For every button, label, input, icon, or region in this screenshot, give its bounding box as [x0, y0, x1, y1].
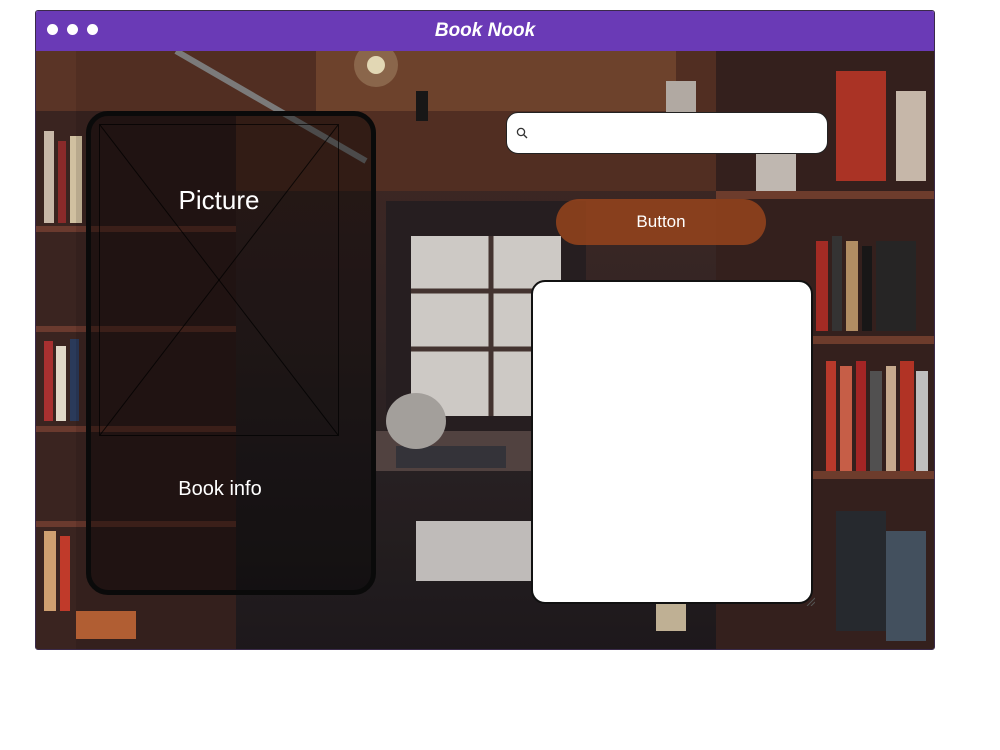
app-window: Book Nook Picture Book info Button	[35, 10, 935, 650]
picture-label: Picture	[178, 185, 260, 215]
text-area-container[interactable]	[531, 280, 815, 606]
action-button[interactable]: Button	[556, 199, 766, 245]
search-input[interactable]	[533, 119, 822, 149]
book-card[interactable]: Picture Book info	[86, 111, 376, 595]
window-title: Book Nook	[434, 20, 536, 41]
text-area-input[interactable]	[539, 288, 805, 592]
book-info-label: Book info	[178, 478, 262, 500]
bookstore-background-image: Picture Book info Button	[36, 51, 934, 649]
search-bar[interactable]	[506, 112, 828, 154]
picture-placeholder: Picture	[99, 124, 339, 436]
title-bar: Book Nook	[36, 11, 934, 51]
image-placeholder-icon	[100, 125, 338, 435]
